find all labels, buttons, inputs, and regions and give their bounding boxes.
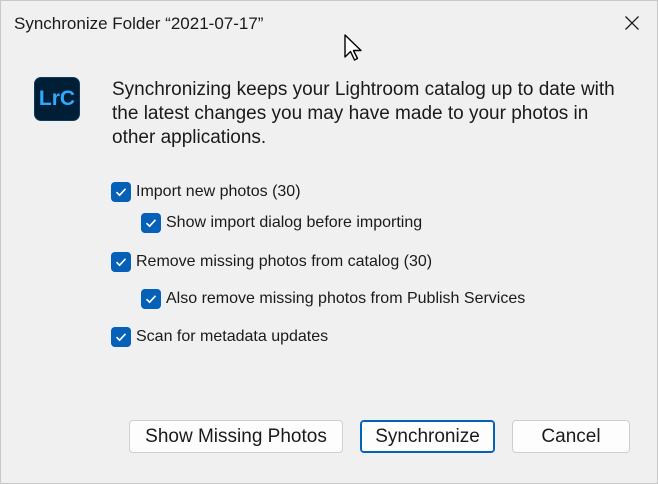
synchronize-folder-dialog: Synchronize Folder “2021-07-17” LrC Sync… xyxy=(0,0,658,484)
option-remove-from-publish-services[interactable]: Also remove missing photos from Publish … xyxy=(141,289,525,309)
checkmark-icon xyxy=(115,258,127,267)
synchronize-button[interactable]: Synchronize xyxy=(360,420,495,453)
option-label: Import new photos (30) xyxy=(136,183,301,200)
option-label: Show import dialog before importing xyxy=(166,214,423,231)
option-remove-missing-photos[interactable]: Remove missing photos from catalog (30) xyxy=(111,252,432,272)
option-label: Remove missing photos from catalog (30) xyxy=(136,253,433,270)
checkbox-import-new-photos[interactable] xyxy=(111,182,131,202)
close-icon xyxy=(625,16,639,30)
option-label: Also remove missing photos from Publish … xyxy=(166,290,526,307)
dialog-title: Synchronize Folder “2021-07-17” xyxy=(14,14,264,33)
cancel-button[interactable]: Cancel xyxy=(512,420,630,453)
checkmark-icon xyxy=(115,188,127,197)
description-text: Synchronizing keeps your Lightroom catal… xyxy=(112,79,615,148)
checkmark-icon xyxy=(145,219,157,228)
option-show-import-dialog[interactable]: Show import dialog before importing xyxy=(141,213,422,233)
checkmark-icon xyxy=(145,295,157,304)
option-label: Scan for metadata updates xyxy=(136,328,329,345)
title-bar: Synchronize Folder “2021-07-17” xyxy=(1,1,657,47)
checkbox-remove-missing-photos[interactable] xyxy=(111,252,131,272)
lightroom-logo-icon: LrC xyxy=(34,77,80,121)
mouse-pointer-icon xyxy=(344,34,362,61)
checkbox-show-import-dialog[interactable] xyxy=(141,213,161,233)
option-scan-metadata-updates[interactable]: Scan for metadata updates xyxy=(111,327,328,347)
show-missing-photos-button[interactable]: Show Missing Photos xyxy=(129,420,343,453)
checkmark-icon xyxy=(115,333,127,342)
option-import-new-photos[interactable]: Import new photos (30) xyxy=(111,182,301,202)
close-button[interactable] xyxy=(617,8,647,38)
checkbox-remove-from-publish-services[interactable] xyxy=(141,289,161,309)
checkbox-scan-metadata-updates[interactable] xyxy=(111,327,131,347)
